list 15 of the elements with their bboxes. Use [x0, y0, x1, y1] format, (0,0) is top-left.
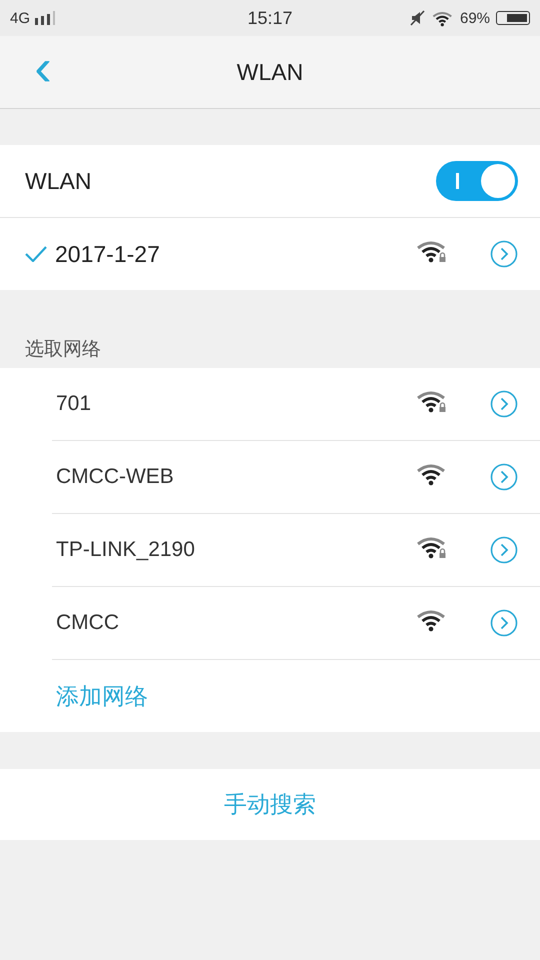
screen-title: WLAN: [236, 58, 304, 86]
wifi-status-icon: [432, 10, 454, 26]
section-label: 选取网络: [24, 338, 102, 362]
network-name[interactable]: TP-LINK_2190: [56, 538, 195, 562]
signal-icon: [34, 11, 56, 25]
wlan-toggle[interactable]: [436, 161, 518, 201]
network-name[interactable]: 701: [56, 392, 92, 416]
wlan-label: WLAN: [25, 168, 92, 194]
clock: 15:17: [247, 8, 293, 28]
battery-icon: [496, 11, 530, 25]
network-type: 4G: [10, 10, 30, 26]
battery-percent: 69%: [460, 10, 490, 26]
network-name[interactable]: CMCC-WEB: [56, 465, 174, 489]
network-name[interactable]: 2017-1-27: [55, 240, 160, 268]
network-name[interactable]: CMCC: [56, 611, 119, 635]
